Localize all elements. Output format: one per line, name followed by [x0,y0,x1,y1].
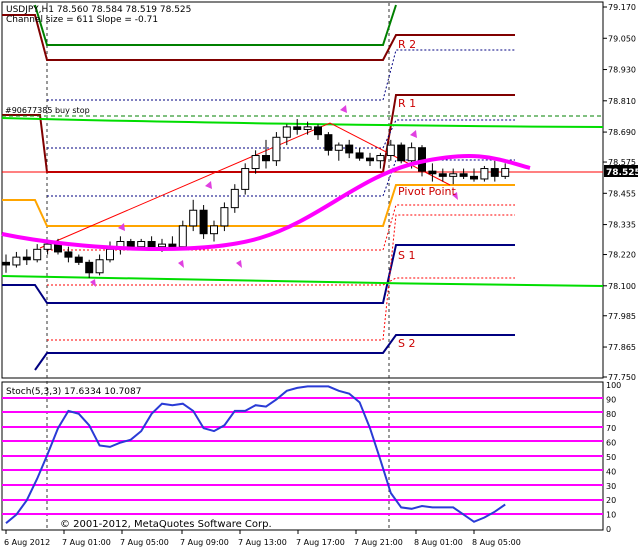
current-price-label: 78.525 [606,168,640,178]
pivot-label: Pivot Point [398,185,456,198]
stoch-tick-label: 80 [606,410,616,419]
time-tick-label: 7 Aug 05:00 [120,538,169,547]
stoch-tick-label: 50 [606,453,616,462]
order-label: #90677385 buy stop [5,106,90,115]
price-tick-label: 79.050 [608,34,636,43]
candle [480,165,489,182]
time-tick-label: 7 Aug 17:00 [296,538,345,547]
candle [272,132,281,166]
candle [397,142,406,164]
main-chart-area[interactable] [1,1,604,379]
copyright-text: © 2001-2012, MetaQuotes Software Corp. [60,519,272,530]
time-tick-label: 7 Aug 01:00 [62,538,111,547]
chart-header-symbol: USDJPY,H1 78.560 78.584 78.519 78.525 [6,5,191,15]
candle [199,205,208,239]
stoch-tick-label: 40 [606,467,616,476]
chart-header-channel: Channel size = 611 Slope = -0.71 [6,15,158,25]
time-axis[interactable]: 6 Aug 2012 7 Aug 01:00 7 Aug 05:00 7 Aug 09… [4,530,521,547]
price-axis[interactable]: 79.17079.05078.93078.81078.69078.57578.4… [603,3,636,382]
stoch-tick-label: 60 [606,439,616,448]
stoch-tick-label: 70 [606,424,616,433]
price-tick-label: 78.455 [608,189,636,198]
chart-window[interactable]: R 2 R 1 Pivot Point S 1 S 2 USDJPY,H1 78… [0,0,640,549]
time-tick-label: 7 Aug 21:00 [354,538,403,547]
stoch-tick-label: 30 [606,482,616,491]
time-tick-label: 8 Aug 05:00 [472,538,521,547]
price-tick-label: 78.810 [608,97,636,106]
time-tick-label: 7 Aug 09:00 [180,538,229,547]
s1-label: S 1 [398,249,415,262]
r1-label: R 1 [398,97,416,110]
price-tick-label: 79.170 [608,3,636,12]
price-tick-label: 77.865 [608,343,636,352]
time-tick-label: 8 Aug 01:00 [414,538,463,547]
time-tick-label: 6 Aug 2012 [4,538,50,547]
stoch-axis[interactable]: 1009080706050403020100 [606,381,621,534]
price-tick-label: 78.930 [608,66,636,75]
r2-label: R 2 [398,38,416,51]
stoch-title: Stoch(5,3,3) 17.6334 10.7087 [6,387,141,397]
stoch-tick-label: 20 [606,496,616,505]
price-tick-label: 78.220 [608,251,636,260]
stoch-tick-label: 100 [606,381,621,390]
price-tick-label: 77.985 [608,312,636,321]
s2-label: S 2 [398,337,415,350]
stoch-tick-label: 90 [606,395,616,404]
stoch-tick-label: 10 [606,511,616,520]
stoch-tick-label: 0 [606,525,611,534]
time-tick-label: 7 Aug 13:00 [238,538,287,547]
price-tick-label: 78.335 [608,221,636,230]
price-tick-label: 78.690 [608,128,636,137]
price-tick-label: 78.100 [608,282,636,291]
